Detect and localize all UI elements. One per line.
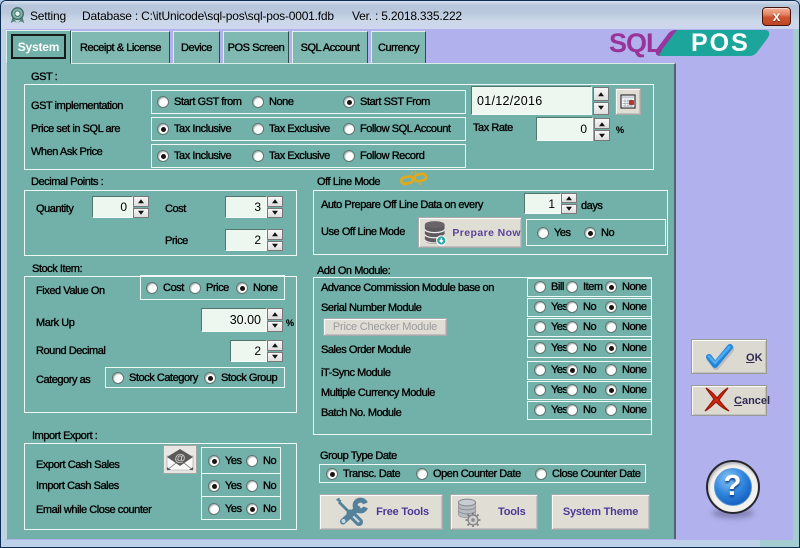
svg-text:@: @ — [175, 453, 186, 465]
